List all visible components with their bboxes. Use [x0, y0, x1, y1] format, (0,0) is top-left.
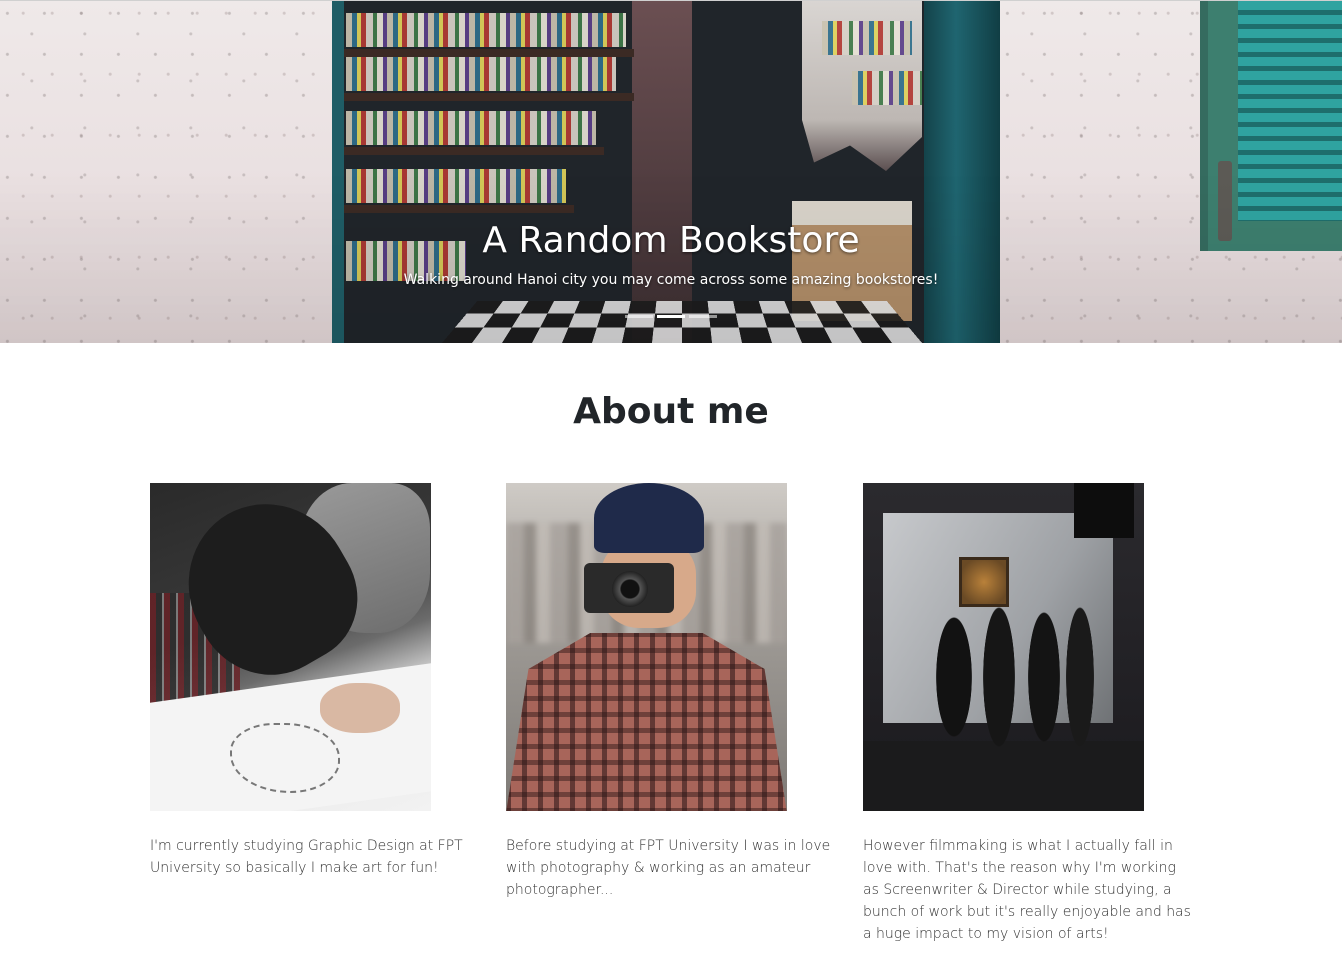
photo-drawing	[150, 483, 431, 811]
carousel-slide-caption: Walking around Hanoi city you may come a…	[403, 272, 939, 288]
carousel-caption: A Random Bookstore Walking around Hanoi …	[0, 215, 1342, 291]
carousel-indicator-3[interactable]	[689, 315, 717, 318]
about-card-photography: Before studying at FPT University I was …	[506, 483, 836, 901]
about-card-text: I'm currently studying Graphic Design at…	[150, 838, 463, 876]
about-card-text: Before studying at FPT University I was …	[506, 838, 831, 898]
carousel-slide-title: A Random Bookstore	[482, 220, 860, 261]
photo-film-set	[863, 483, 1144, 811]
about-card-graphic-design: I'm currently studying Graphic Design at…	[150, 483, 480, 879]
about-card-filmmaking: However filmmaking is what I actually fa…	[863, 483, 1193, 945]
about-title: About me	[573, 391, 769, 432]
about-card-text: However filmmaking is what I actually fa…	[863, 838, 1191, 942]
carousel-indicators	[0, 315, 1342, 318]
hero-carousel[interactable]: A Random Bookstore Walking around Hanoi …	[0, 0, 1342, 343]
photo-photographer	[506, 483, 787, 811]
carousel-indicator-2[interactable]	[657, 315, 685, 318]
carousel-indicator-1[interactable]	[625, 315, 653, 318]
